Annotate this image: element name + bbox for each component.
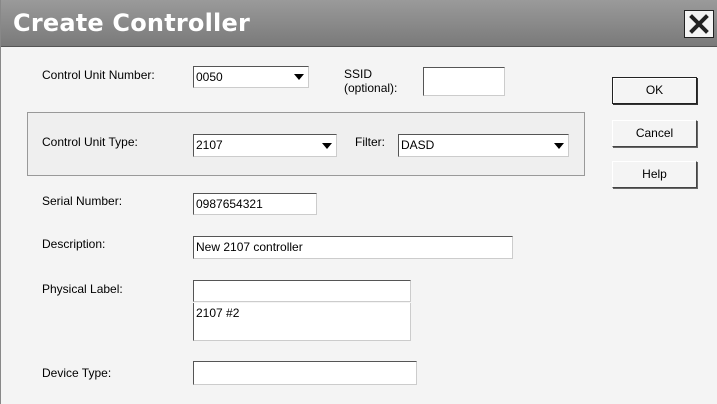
create-controller-dialog: Create Controller Control Unit Number: 0… (0, 0, 717, 404)
description-label: Description: (42, 237, 106, 251)
ssid-label-line1: SSID (344, 67, 373, 81)
ssid-label-line2: (optional): (344, 81, 398, 95)
help-button[interactable]: Help (612, 161, 697, 188)
control-unit-type-combobox[interactable]: 2107 (193, 134, 337, 157)
description-input[interactable]: New 2107 controller (193, 236, 513, 259)
close-button[interactable] (684, 10, 714, 38)
description-value: New 2107 controller (196, 240, 303, 254)
physical-label-label: Physical Label: (42, 282, 123, 296)
physical-label-line1-input[interactable] (193, 280, 411, 302)
chevron-down-icon (554, 142, 564, 149)
ok-button[interactable]: OK (612, 77, 697, 104)
ssid-label: SSID (optional): (344, 67, 397, 95)
device-type-input[interactable] (193, 361, 417, 385)
dialog-title: Create Controller (13, 9, 250, 37)
filter-dropdown-button[interactable] (550, 136, 567, 155)
close-icon (689, 14, 709, 34)
control-unit-number-value: 0050 (196, 70, 223, 84)
serial-number-label: Serial Number: (42, 194, 123, 208)
filter-value: DASD (401, 138, 435, 152)
serial-number-input[interactable]: 0987654321 (193, 193, 317, 215)
filter-label: Filter: (355, 135, 385, 149)
physical-label-line2-value: 2107 #2 (196, 306, 240, 320)
chevron-down-icon (322, 142, 332, 149)
cancel-button[interactable]: Cancel (612, 120, 697, 147)
control-unit-number-dropdown-button[interactable] (290, 68, 307, 86)
control-unit-number-combobox[interactable]: 0050 (193, 66, 309, 88)
control-unit-number-label: Control Unit Number: (42, 68, 155, 82)
device-type-label: Device Type: (42, 366, 112, 380)
control-unit-type-dropdown-button[interactable] (318, 136, 335, 155)
filter-combobox[interactable]: DASD (398, 134, 569, 157)
serial-number-value: 0987654321 (196, 197, 263, 211)
ssid-input[interactable] (423, 67, 505, 96)
physical-label-line2-input[interactable]: 2107 #2 (193, 303, 411, 341)
control-unit-type-value: 2107 (196, 138, 223, 152)
chevron-down-icon (294, 74, 304, 80)
title-bar[interactable]: Create Controller (1, 0, 717, 47)
control-unit-type-label: Control Unit Type: (42, 135, 138, 149)
